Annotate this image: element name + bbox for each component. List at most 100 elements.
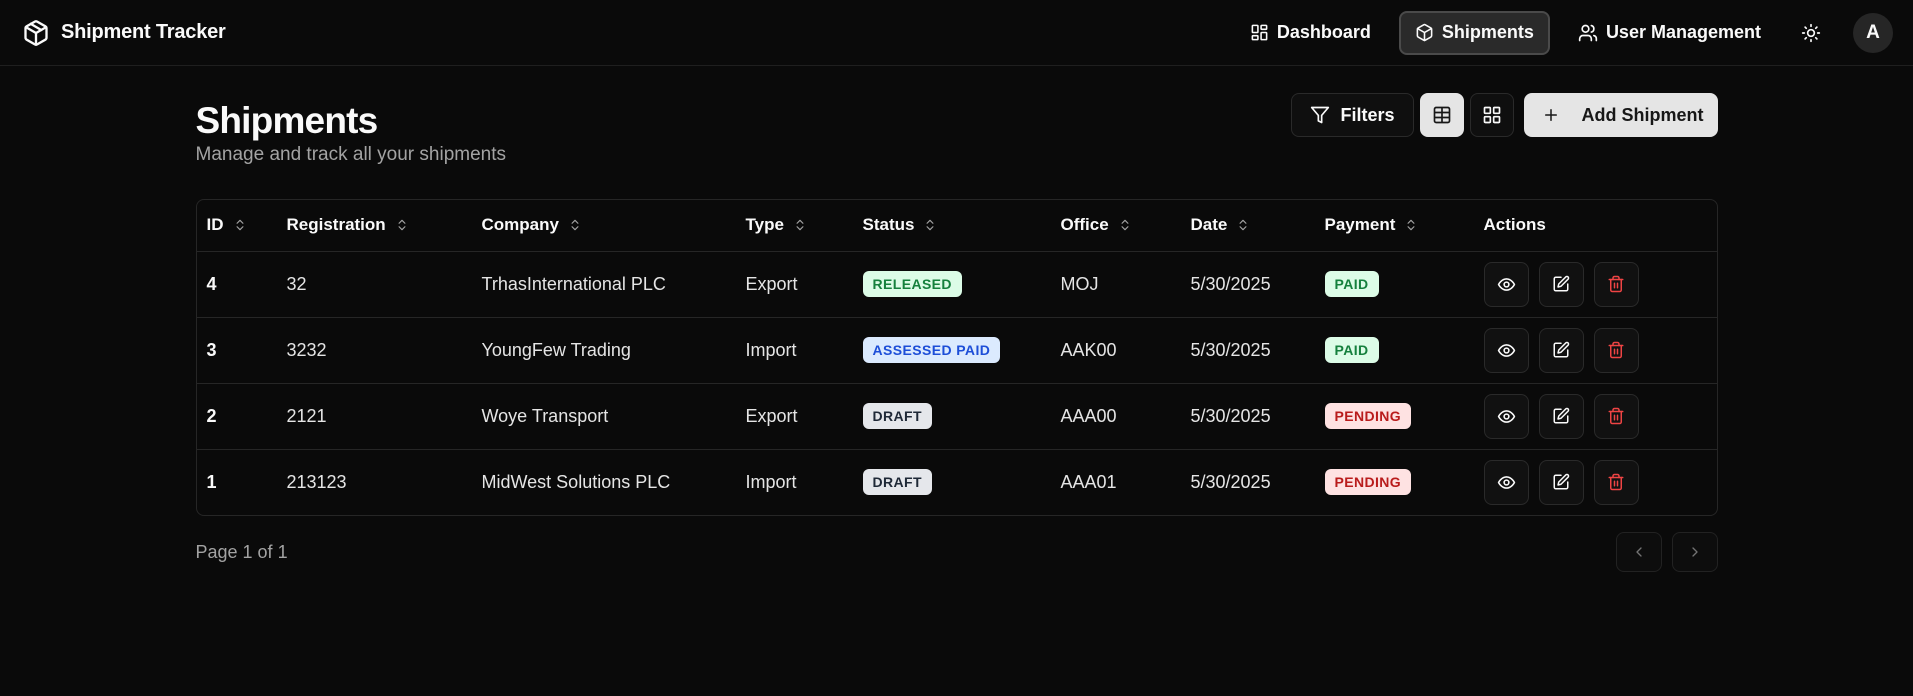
cell-registration: 2121 [286,383,482,450]
table-view-button[interactable] [1419,93,1464,137]
edit-icon [1552,407,1570,425]
avatar[interactable]: A [1853,12,1893,53]
edit-button[interactable] [1538,327,1584,373]
cell-type: Export [745,251,863,318]
cell-actions [1483,317,1717,384]
column-label: ID [206,215,224,235]
table-row[interactable]: 1 213123 MidWest Solutions PLC Import DRAFT A… [197,449,1717,515]
page-header: Shipments Manage and track all your ship… [195,93,1718,166]
table-header-row: ID Registration Company Type Status Offi… [196,200,1717,252]
cell-office: AAA00 [1060,383,1191,450]
payment-badge: PENDING [1324,469,1412,496]
cell-company: Woye Transport [481,383,746,450]
cell-payment: PENDING [1324,449,1484,515]
sort-icon [395,217,409,233]
edit-button[interactable] [1538,261,1584,307]
main-nav: Dashboard Shipments User Management A [1222,10,1893,55]
page-info: Page 1 of 1 [195,541,288,562]
delete-button[interactable] [1593,393,1639,439]
top-navigation-bar: Shipment Tracker Dashboard Shipments Use… [0,0,1913,66]
column-header-registration[interactable]: Registration [286,200,482,252]
view-button[interactable] [1483,459,1529,505]
filters-button[interactable]: Filters [1291,93,1414,137]
nav-item-dashboard[interactable]: Dashboard [1234,11,1387,55]
edit-icon [1552,473,1570,491]
cell-id: 4 [196,251,287,318]
view-button[interactable] [1483,327,1529,373]
shipments-table: ID Registration Company Type Status Offi… [195,199,1718,516]
theme-toggle-button[interactable] [1791,13,1831,53]
page-title: Shipments [195,100,379,141]
eye-icon [1497,275,1516,294]
column-header-id[interactable]: ID [196,200,287,252]
filter-icon [1310,105,1330,125]
cell-office: AAA01 [1060,471,1117,492]
nav-item-user-management[interactable]: User Management [1562,11,1777,55]
cell-registration: 213123 [286,471,347,492]
cell-payment: PENDING [1324,383,1484,450]
sort-icon [1118,217,1132,233]
sort-icon [793,217,807,233]
status-badge: DRAFT [862,469,932,496]
delete-button[interactable] [1593,261,1639,307]
eye-icon [1497,407,1516,426]
column-header-payment[interactable]: Payment [1324,200,1484,252]
status-badge: ASSESSED PAID [862,337,1001,363]
column-label: Registration [286,215,386,235]
trash-icon [1607,275,1625,293]
column-header-type[interactable]: Type [745,200,863,252]
table-row[interactable]: 2 2121 Woye Transport Export DRAFT AAA00 5/30/… [196,383,1717,450]
column-header-date[interactable]: Date [1190,200,1325,252]
previous-page-button[interactable] [1615,532,1662,572]
table-icon [1432,105,1452,125]
cell-type: Import [745,317,863,384]
table-row[interactable]: 3 3232 YoungFew Trading Import ASSESSED PAID… [196,317,1717,384]
delete-button[interactable] [1593,459,1639,505]
column-label: Date [1190,215,1228,235]
column-header-actions: Actions [1483,200,1717,252]
cell-type: Import [745,471,797,492]
cell-id: 2 [196,383,287,450]
main-content: Shipments Manage and track all your ship… [195,66,1718,572]
column-label: Payment [1324,215,1396,235]
payment-badge: PAID [1324,271,1379,297]
cell-office: AAK00 [1060,317,1191,384]
cell-status: RELEASED [862,251,1061,318]
cell-status: ASSESSED PAID [862,317,1061,384]
package-icon [1415,23,1434,42]
view-button[interactable] [1483,261,1529,307]
add-shipment-button[interactable]: Add Shipment [1523,93,1718,137]
add-shipment-label: Add Shipment [1581,104,1704,125]
toolbar: Filters Add Shipment [1291,93,1718,137]
brand[interactable]: Shipment Tracker [22,19,226,47]
sun-icon [1801,23,1821,43]
payment-badge: PAID [1324,337,1379,363]
cell-type: Export [745,383,863,450]
edit-icon [1552,341,1570,359]
next-page-button[interactable] [1671,532,1718,572]
payment-badge: PENDING [1324,403,1412,429]
trash-icon [1607,407,1625,425]
grid-icon [1482,105,1502,125]
nav-label-dashboard: Dashboard [1276,22,1371,42]
package-icon [22,19,50,47]
view-button[interactable] [1483,393,1529,439]
edit-button[interactable] [1538,459,1584,505]
filters-label: Filters [1340,104,1395,125]
pagination: Page 1 of 1 [196,532,1718,572]
sort-icon [233,217,247,233]
cell-id: 1 [206,471,217,492]
app-title: Shipment Tracker [61,21,226,43]
column-label: Type [745,215,784,235]
edit-button[interactable] [1538,393,1584,439]
column-header-company[interactable]: Company [481,200,746,252]
nav-label-shipments: Shipments [1441,22,1534,42]
table-row[interactable]: 4 32 TrhasInternational PLC Export RELEASED M… [196,251,1717,318]
eye-icon [1497,473,1516,492]
cell-actions [1483,383,1717,450]
nav-item-shipments[interactable]: Shipments [1398,10,1550,55]
column-header-office[interactable]: Office [1060,200,1191,252]
column-header-status[interactable]: Status [862,200,1061,252]
delete-button[interactable] [1593,327,1639,373]
grid-view-button[interactable] [1469,93,1514,137]
